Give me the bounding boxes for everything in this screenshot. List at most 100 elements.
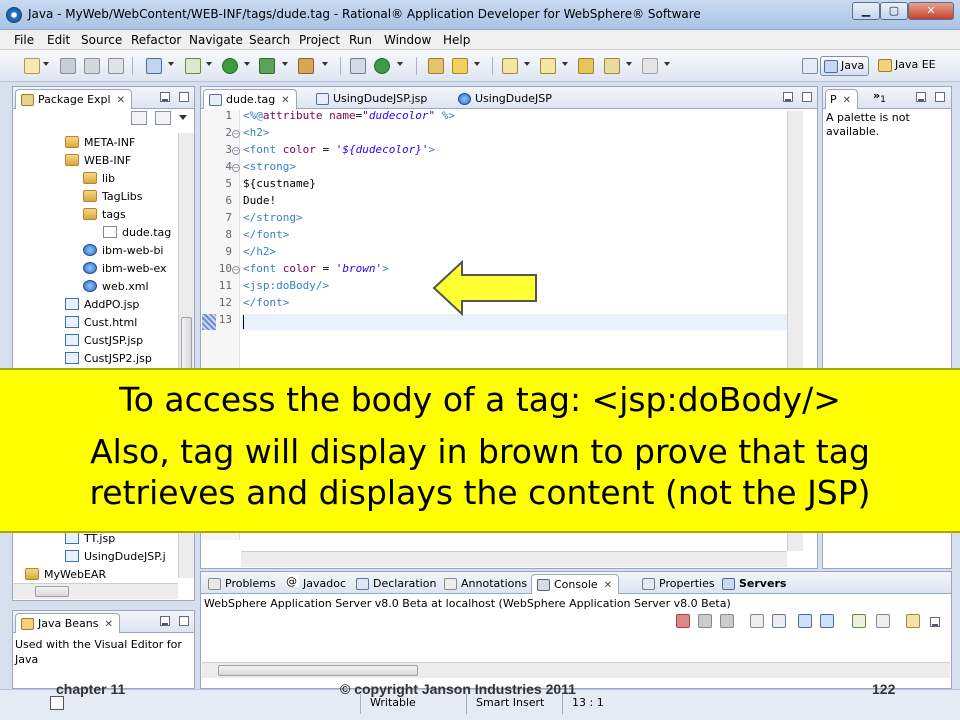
show-on-output-icon[interactable] bbox=[798, 614, 812, 628]
tab-declaration[interactable]: Declaration bbox=[351, 574, 442, 594]
minimize-editor-button[interactable] bbox=[783, 92, 793, 102]
status-icon[interactable] bbox=[50, 696, 64, 710]
terminate-icon[interactable] bbox=[676, 614, 690, 628]
editor-horizontal-scrollbar[interactable] bbox=[241, 551, 787, 567]
code-line[interactable]: </h2> bbox=[243, 245, 276, 262]
console-hscroll-thumb[interactable] bbox=[218, 665, 418, 676]
tab-java-beans[interactable]: Java Beans ✕ bbox=[15, 613, 120, 633]
open-folder-icon[interactable] bbox=[428, 58, 444, 74]
code-line[interactable]: </font> bbox=[243, 228, 289, 245]
tab-javadoc[interactable]: @ Javadoc bbox=[281, 574, 352, 594]
close-window-button[interactable]: ✕ bbox=[908, 2, 954, 20]
new-dropdown-icon[interactable] bbox=[43, 62, 49, 66]
fold-toggle-icon[interactable]: − bbox=[232, 164, 240, 172]
remove-all-icon[interactable] bbox=[720, 614, 734, 628]
pin-console-icon[interactable] bbox=[852, 614, 866, 628]
close-icon[interactable]: ✕ bbox=[843, 95, 851, 106]
scroll-lock-icon[interactable] bbox=[772, 614, 786, 628]
maximize-beans-button[interactable] bbox=[179, 616, 189, 626]
tab-usingdudejsp-browser[interactable]: UsingDudeJSP bbox=[453, 89, 558, 109]
tree-hscroll-thumb[interactable] bbox=[35, 586, 69, 597]
code-line[interactable]: <strong> bbox=[243, 160, 296, 177]
menu-navigate[interactable]: Navigate bbox=[189, 33, 243, 47]
back-icon[interactable] bbox=[604, 58, 620, 74]
tab-package-explorer[interactable]: Package Expl ✕ bbox=[15, 89, 132, 109]
tree-horizontal-scrollbar[interactable] bbox=[13, 583, 178, 599]
close-icon[interactable]: ✕ bbox=[281, 95, 289, 106]
overflow-tabs[interactable]: »1 bbox=[873, 89, 886, 105]
menu-file[interactable]: File bbox=[14, 33, 34, 47]
menu-run[interactable]: Run bbox=[349, 33, 372, 47]
fold-toggle-icon[interactable]: − bbox=[232, 130, 240, 138]
new-icon[interactable] bbox=[24, 58, 40, 74]
show-on-error-icon[interactable] bbox=[820, 614, 834, 628]
open-perspective-icon[interactable] bbox=[802, 58, 818, 74]
fold-toggle-icon[interactable]: − bbox=[232, 147, 240, 155]
open-console-icon[interactable] bbox=[906, 614, 920, 628]
console-horizontal-scrollbar[interactable] bbox=[202, 662, 950, 678]
tab-dude-tag[interactable]: dude.tag ✕ bbox=[203, 89, 297, 109]
open-type-icon[interactable] bbox=[350, 58, 366, 74]
minimize-beans-button[interactable] bbox=[160, 616, 170, 626]
tab-usingdudejsp-jsp[interactable]: UsingDudeJSP.jsp bbox=[311, 89, 433, 109]
save-all-icon[interactable] bbox=[84, 58, 100, 74]
forward-icon[interactable] bbox=[642, 58, 658, 74]
tab-console[interactable]: Console ✕ bbox=[531, 574, 620, 594]
debug-icon[interactable] bbox=[185, 58, 201, 74]
print-icon[interactable] bbox=[108, 58, 124, 74]
tab-palette[interactable]: P ✕ bbox=[825, 89, 859, 109]
code-line[interactable]: <font color = '${dudecolor}'> bbox=[243, 143, 435, 160]
maximize-window-button[interactable]: ▢ bbox=[880, 2, 908, 20]
last-edit-icon[interactable] bbox=[578, 58, 594, 74]
pencil-icon[interactable] bbox=[452, 58, 468, 74]
minimize-console-button[interactable] bbox=[930, 617, 940, 627]
tab-problems[interactable]: Problems bbox=[203, 574, 282, 594]
code-line[interactable]: <font color = 'brown'> bbox=[243, 262, 389, 279]
code-line[interactable]: Dude! bbox=[243, 194, 276, 211]
maximize-view-button[interactable] bbox=[179, 92, 189, 102]
collapse-all-icon[interactable] bbox=[131, 111, 147, 125]
tab-servers[interactable]: Servers bbox=[717, 574, 792, 594]
annotation-prev-icon[interactable] bbox=[540, 58, 556, 74]
display-console-icon[interactable] bbox=[876, 614, 890, 628]
menu-search[interactable]: Search bbox=[249, 33, 290, 47]
clear-console-icon[interactable] bbox=[750, 614, 764, 628]
annotation-next-icon[interactable] bbox=[502, 58, 518, 74]
tab-annotations[interactable]: Annotations bbox=[439, 574, 533, 594]
minimize-window-button[interactable]: ▁ bbox=[852, 2, 880, 20]
view-menu-icon[interactable] bbox=[179, 115, 187, 120]
code-token: <jsp:doBody/> bbox=[243, 279, 330, 292]
new-class-icon[interactable] bbox=[374, 58, 390, 74]
minimize-palette-button[interactable] bbox=[916, 92, 926, 102]
menu-source[interactable]: Source bbox=[81, 33, 122, 47]
maximize-editor-button[interactable] bbox=[802, 92, 812, 102]
remove-launch-icon[interactable] bbox=[698, 614, 712, 628]
menu-window[interactable]: Window bbox=[384, 33, 431, 47]
external-tools-icon[interactable] bbox=[298, 58, 314, 74]
code-line[interactable]: </strong> bbox=[243, 211, 303, 228]
code-line[interactable]: </font> bbox=[243, 296, 289, 313]
save-icon[interactable] bbox=[60, 58, 76, 74]
perspective-java[interactable]: Java bbox=[820, 56, 870, 76]
code-line[interactable]: <jsp:doBody/> bbox=[243, 279, 329, 296]
code-line[interactable]: <h2> bbox=[243, 126, 270, 143]
menu-help[interactable]: Help bbox=[443, 33, 470, 47]
menu-refactor[interactable]: Refactor bbox=[131, 33, 181, 47]
close-icon[interactable]: ✕ bbox=[105, 619, 113, 630]
code-line[interactable]: ${custname} bbox=[243, 177, 316, 194]
profile-icon[interactable] bbox=[259, 58, 275, 74]
run-icon[interactable] bbox=[222, 58, 238, 74]
link-with-editor-icon[interactable] bbox=[155, 111, 171, 125]
window-titlebar: Java - MyWeb/WebContent/WEB-INF/tags/dud… bbox=[0, 0, 960, 30]
code-line[interactable]: <%@attribute name="dudecolor" %> bbox=[243, 109, 455, 126]
menu-project[interactable]: Project bbox=[299, 33, 340, 47]
perspective-java-ee[interactable]: Java EE bbox=[875, 56, 940, 76]
tab-properties[interactable]: Properties bbox=[637, 574, 721, 594]
close-icon[interactable]: ✕ bbox=[604, 580, 612, 591]
fold-toggle-icon[interactable]: − bbox=[232, 266, 240, 274]
maximize-palette-button[interactable] bbox=[935, 92, 945, 102]
server-icon[interactable] bbox=[146, 58, 162, 74]
menu-edit[interactable]: Edit bbox=[47, 33, 70, 47]
close-icon[interactable]: ✕ bbox=[117, 95, 125, 106]
minimize-view-button[interactable] bbox=[160, 92, 170, 102]
